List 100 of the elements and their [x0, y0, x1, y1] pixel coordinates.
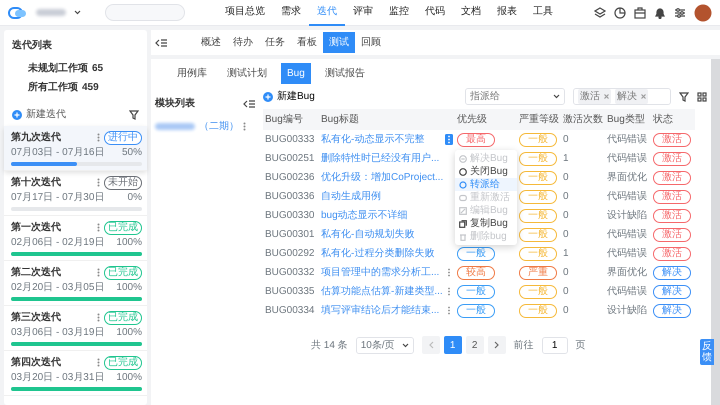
priority-badge: 一般: [457, 304, 495, 318]
nav-item[interactable]: 评审: [345, 0, 381, 26]
status-badge: 激活: [653, 152, 691, 166]
table-cell-text: BUG00335: [264, 285, 316, 299]
caret-icon: [553, 94, 560, 99]
nav-item[interactable]: 代码: [417, 0, 453, 26]
status-badge: 激活: [653, 209, 691, 223]
iteration-card[interactable]: 第三次迭代 已完成 03月06日 - 03月19日 100%: [4, 306, 147, 351]
next-page-button[interactable]: [488, 336, 506, 354]
sub-tab[interactable]: 测试报告: [318, 63, 371, 84]
collapse-icon[interactable]: [155, 38, 167, 48]
iteration-card[interactable]: 第十次迭代 未开始 07月17日 - 07月30日 0%: [4, 171, 147, 216]
new-bug-button[interactable]: 新建Bug: [263, 89, 315, 104]
previous-page-button[interactable]: [422, 336, 440, 354]
filter-icon[interactable]: [129, 110, 139, 120]
avatar[interactable]: [694, 4, 712, 22]
caret-icon[interactable]: [74, 10, 81, 15]
collapse-icon[interactable]: [243, 98, 255, 108]
status-badge: 已完成: [104, 220, 142, 234]
toolbox-icon[interactable]: [634, 6, 646, 18]
status-badge: 进行中: [104, 130, 142, 144]
priority-badge: 最高: [457, 133, 495, 147]
table-cell: 代码错误: [605, 130, 651, 149]
more-icon[interactable]: [97, 313, 100, 322]
table-cell-text: BUG00332: [264, 266, 316, 280]
tab[interactable]: 任务: [259, 32, 291, 53]
status-badge: 已完成: [104, 310, 142, 324]
panel-title: 迭代列表: [11, 38, 53, 53]
iteration-name: 第九次迭代: [11, 130, 61, 145]
sub-tab[interactable]: 测试计划: [221, 63, 273, 84]
stat-count: 459: [82, 81, 99, 95]
nav-item[interactable]: 项目总览: [217, 0, 273, 26]
filter-tag[interactable]: 解决: [615, 89, 648, 104]
scrollbar[interactable]: [711, 59, 720, 405]
more-icon[interactable]: [97, 223, 100, 232]
more-icon[interactable]: [97, 133, 100, 142]
circle-minus-icon: [459, 154, 467, 162]
nav-item[interactable]: 文档: [453, 0, 489, 26]
tab[interactable]: 看板: [291, 32, 323, 53]
iteration-card[interactable]: 第四次迭代 已完成 03月20日 - 03月31日 100%: [4, 351, 147, 396]
more-icon[interactable]: [97, 178, 100, 187]
tab[interactable]: 概述: [195, 32, 227, 53]
filter-icon[interactable]: [679, 92, 689, 102]
date-range: 07月17日 - 07月30日: [11, 191, 104, 205]
bell-icon[interactable]: [654, 6, 666, 18]
nav-item[interactable]: 报表: [489, 0, 525, 26]
page-button[interactable]: 2: [466, 336, 484, 354]
assignee-select[interactable]: 指派给: [465, 88, 565, 105]
nav-item[interactable]: 需求: [273, 0, 309, 26]
layers-icon[interactable]: [594, 6, 606, 18]
iteration-card[interactable]: 第九次迭代 进行中 07月03日 - 07月16日 50%: [4, 126, 147, 171]
close-icon[interactable]: [641, 94, 646, 99]
filter-tag[interactable]: 激活: [578, 89, 611, 104]
stat-count: 65: [92, 62, 104, 76]
table-cell: 0: [561, 130, 605, 149]
table-cell-text: 界面优化: [606, 171, 648, 185]
more-icon[interactable]: [97, 358, 100, 367]
page-input[interactable]: 1: [542, 336, 568, 354]
sub-tab[interactable]: 用例库: [171, 63, 213, 84]
chevron-right-icon: [494, 340, 500, 349]
column-header: 激活次数: [561, 109, 605, 130]
new-iteration-button[interactable]: 新建迭代: [12, 107, 66, 122]
table-cell-text: 代码错误: [606, 152, 648, 166]
column-header: 状态: [651, 109, 695, 130]
menu-item[interactable]: 复制Bug: [455, 217, 517, 230]
more-icon[interactable]: [243, 122, 246, 131]
plus-circle-icon: [263, 92, 273, 102]
status-badge: 激活: [653, 247, 691, 261]
chevron-left-icon: [428, 340, 434, 349]
table-cell-text: 0: [562, 285, 570, 299]
page-size-select[interactable]: 10条/页: [356, 336, 414, 354]
iteration-card[interactable]: 第二次迭代 已完成 02月20日 - 03月05日 100%: [4, 261, 147, 306]
progress-percent: 100%: [116, 236, 142, 250]
pie-chart-icon[interactable]: [614, 6, 626, 18]
more-button[interactable]: [445, 305, 453, 316]
more-icon[interactable]: [97, 268, 100, 277]
grid-icon[interactable]: [697, 92, 707, 102]
iteration-card[interactable]: 第一次迭代 已完成 02月06日 - 02月19日 100%: [4, 216, 147, 261]
table-cell-text: 界面优化: [606, 266, 648, 280]
status-badge: 未开始: [104, 176, 142, 190]
nav-item[interactable]: 监控: [381, 0, 417, 26]
more-button[interactable]: [445, 134, 453, 145]
status-select[interactable]: 激活 解决: [573, 88, 671, 105]
tab[interactable]: 回顾: [355, 32, 387, 53]
table-cell-text: 0: [562, 190, 570, 204]
status-badge: 激活: [653, 228, 691, 242]
sliders-icon[interactable]: [674, 6, 686, 18]
table-cell-text: 0: [562, 209, 570, 223]
close-icon[interactable]: [604, 94, 609, 99]
progress-percent: 100%: [116, 281, 142, 295]
severity-badge: 一般: [519, 133, 557, 147]
more-button[interactable]: [445, 286, 453, 297]
menu-item[interactable]: 关闭Bug: [455, 165, 517, 178]
tab[interactable]: 待办: [227, 32, 259, 53]
progress-percent: 50%: [122, 146, 142, 160]
more-button[interactable]: [445, 267, 453, 278]
nav-item[interactable]: 工具: [525, 0, 561, 26]
column-header: 优先级: [455, 109, 517, 130]
priority-badge: 较高: [457, 266, 495, 280]
iteration-name: 第一次迭代: [11, 220, 61, 235]
